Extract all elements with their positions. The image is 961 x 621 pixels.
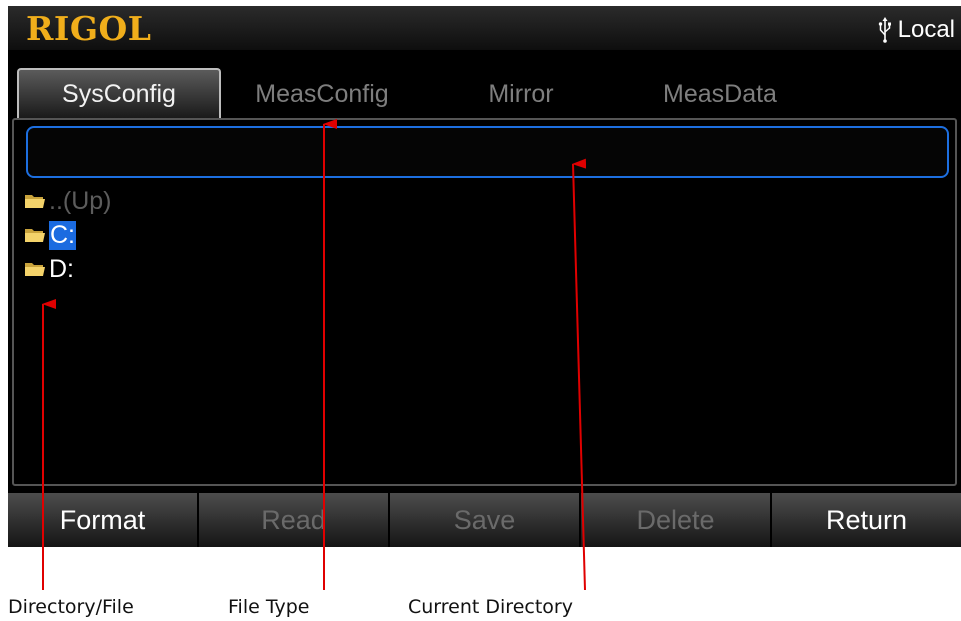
annotation-arrows bbox=[42, 119, 587, 591]
annotation-file-type: File Type bbox=[228, 596, 310, 618]
annotation-directory-file: Directory/File bbox=[8, 596, 134, 618]
arrow-current-directory bbox=[572, 158, 587, 591]
annotation-current-directory: Current Directory bbox=[408, 596, 573, 618]
